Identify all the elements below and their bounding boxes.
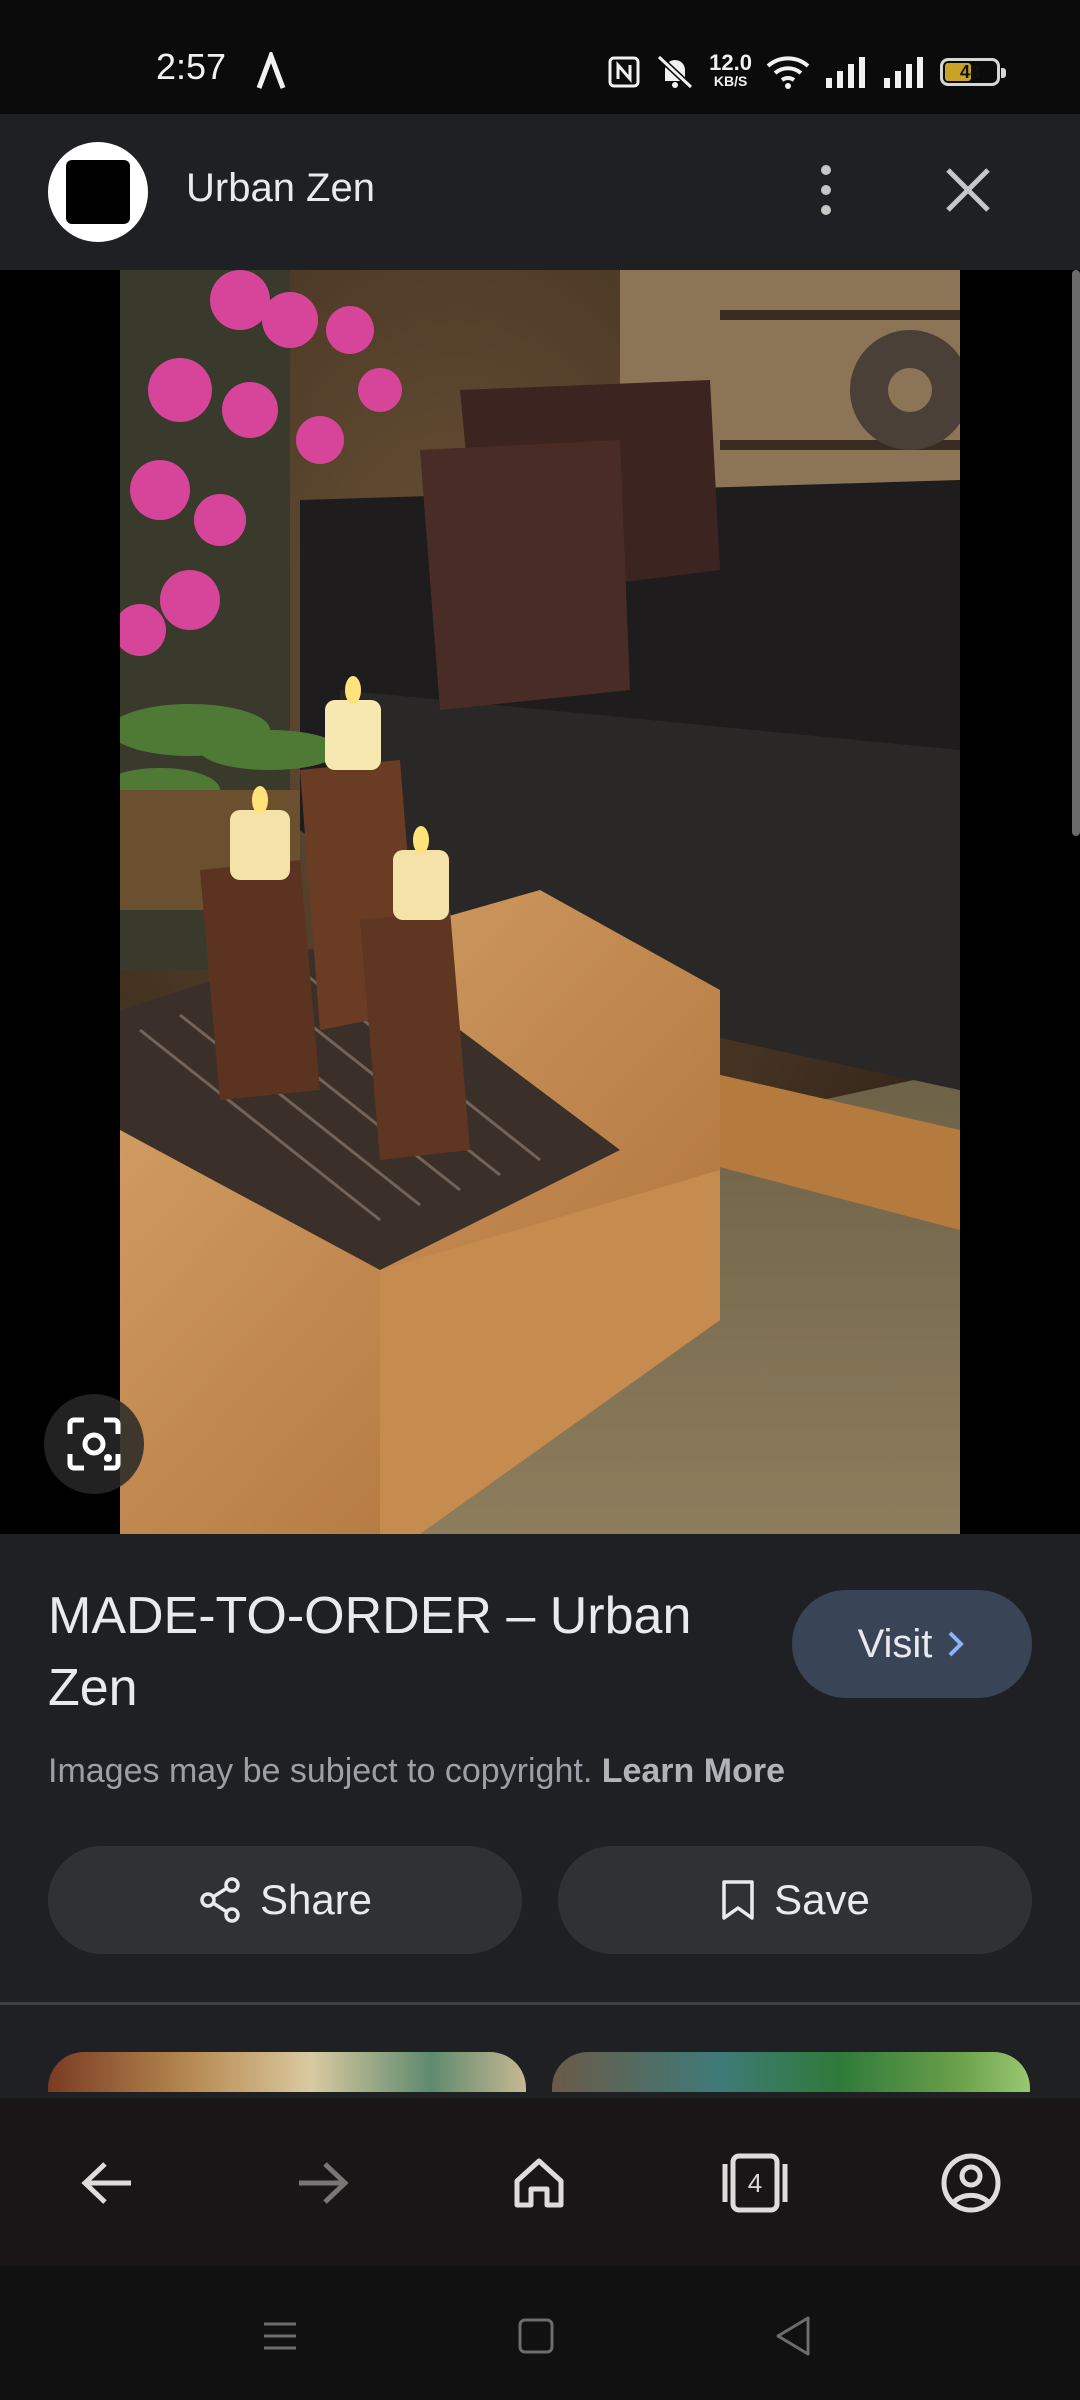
site-name[interactable]: Urban Zen [186,166,375,211]
forward-button[interactable] [278,2138,368,2228]
wifi-icon [766,56,810,89]
source-header: Urban Zen [0,114,1080,270]
browser-nav-bar: 4 [0,2098,1080,2266]
arrow-left-icon [81,2162,131,2204]
visit-button[interactable]: Visit [792,1590,1032,1698]
share-icon [200,1877,240,1923]
battery-nub [1001,68,1006,78]
account-button[interactable] [926,2138,1016,2228]
net-speed-value: 12.0 [709,50,752,75]
battery-percent: 48 [959,62,981,82]
chevron-right-icon [949,1631,965,1657]
save-button[interactable]: Save [558,1846,1032,1954]
copyright-text: Images may be subject to copyright. [48,1752,593,1790]
home-square-icon[interactable] [506,2306,566,2366]
net-speed: 12.0 KB/S [709,50,752,90]
result-title[interactable]: MADE-TO-ORDER – Urban Zen [48,1580,748,1724]
site-logo[interactable] [48,142,148,242]
visit-label: Visit [857,1621,933,1666]
more-options-icon[interactable] [800,154,852,226]
net-speed-unit: KB/S [713,73,748,89]
learn-more-link[interactable]: Learn More [602,1752,785,1790]
signal-icon [884,57,923,88]
back-triangle-icon[interactable] [764,2306,824,2366]
mute-icon [657,54,694,90]
arrow-right-icon [299,2162,349,2204]
copyright-notice: Images may be subject to copyright. Lear… [48,1752,785,1791]
accessibility-icon [256,52,286,89]
close-icon[interactable] [938,160,998,220]
lens-search-button[interactable] [44,1394,144,1494]
site-logo-mark [66,160,130,224]
status-icons: 12.0 KB/S 48 [607,50,1006,94]
signal-icon [826,57,865,88]
system-nav-bar [0,2266,1080,2400]
tab-count: 4 [747,2167,763,2198]
related-image-thumbnail[interactable] [48,2052,526,2092]
status-bar: 2:57 12.0 KB/S 48 [0,0,1080,114]
product-photo[interactable] [120,270,960,1534]
image-preview[interactable] [0,270,1080,1534]
related-image-thumbnail[interactable] [552,2052,1030,2092]
recents-icon[interactable] [250,2306,310,2366]
home-icon [514,2158,564,2208]
status-time: 2:57 [156,46,227,87]
save-label: Save [774,1876,870,1923]
scrollbar[interactable] [1072,270,1080,836]
back-button[interactable] [62,2138,152,2228]
divider [0,2002,1080,2005]
home-button[interactable] [494,2138,584,2228]
share-label: Share [259,1876,373,1923]
tab-switcher-button[interactable]: 4 [710,2138,800,2228]
account-icon [941,2153,1001,2213]
battery-icon: 48 [940,58,1006,86]
bookmark-icon [722,1880,754,1920]
share-button[interactable]: Share [48,1846,522,1954]
nfc-icon [608,56,640,88]
lens-icon [67,1417,121,1471]
